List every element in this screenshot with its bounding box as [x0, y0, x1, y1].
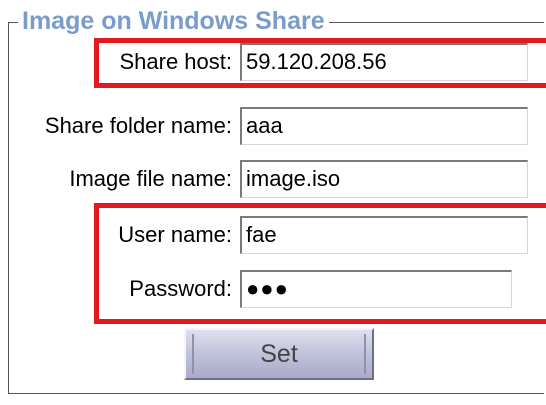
share-folder-name-label: Share folder name:	[44, 113, 232, 138]
image-file-name-input[interactable]: image.iso	[240, 160, 528, 198]
image-file-name-row: Image file name: image.iso	[0, 157, 546, 201]
panel-legend: Image on Windows Share	[18, 4, 329, 38]
set-button[interactable]: Set	[184, 328, 374, 380]
image-file-name-label: Image file name:	[69, 166, 232, 191]
share-folder-name-input[interactable]: aaa	[240, 107, 528, 145]
credentials-highlight-box	[94, 203, 546, 324]
share-folder-name-row: Share folder name: aaa	[0, 104, 546, 148]
share-host-highlight-box	[94, 38, 546, 88]
set-button-label: Set	[260, 340, 298, 368]
image-on-windows-share-panel: Image on Windows Share Share host: 59.12…	[0, 0, 546, 405]
